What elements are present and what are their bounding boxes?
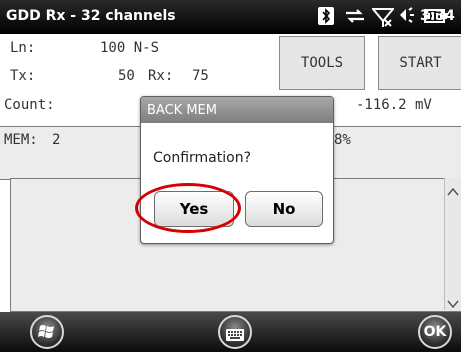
windows-flag-icon (38, 323, 56, 345)
tx-label: Tx: (10, 68, 36, 84)
clock[interactable]: 3:34 (420, 8, 455, 24)
scrollbar[interactable] (444, 178, 461, 310)
bluetooth-icon[interactable] (318, 6, 334, 30)
dialog-title: BACK MEM (147, 103, 217, 118)
percent-partial: 8% (334, 132, 351, 148)
no-button[interactable]: No (245, 191, 323, 227)
rx-label: Rx: (148, 68, 174, 84)
yes-button[interactable]: Yes (154, 191, 234, 227)
volume-icon[interactable] (398, 6, 420, 30)
mem-label: MEM: (4, 132, 38, 148)
mem-value: 2 (52, 132, 61, 148)
app-title: GDD Rx - 32 channels (6, 8, 176, 24)
dialog-message: Confirmation? (153, 150, 252, 166)
tools-button[interactable]: TOOLS (279, 36, 365, 90)
bottom-bar: OK (0, 312, 461, 352)
scroll-up-icon[interactable] (447, 182, 459, 201)
ok-button[interactable]: OK (418, 315, 452, 349)
count-label: Count: (4, 97, 55, 113)
start-button[interactable]: START (378, 36, 461, 90)
keyboard-button[interactable] (218, 315, 252, 349)
tx-value: 50 (118, 68, 135, 84)
confirmation-dialog: BACK MEM Confirmation? Yes No (140, 96, 334, 244)
rx-value: 75 (192, 68, 209, 84)
data-sync-icon[interactable] (344, 6, 366, 30)
ok-label: OK (423, 324, 447, 340)
count-value: -116.2 mV (356, 97, 432, 113)
dialog-header: BACK MEM (141, 97, 333, 123)
ln-value: 100 N-S (100, 40, 160, 56)
keyboard-icon (226, 326, 244, 345)
start-menu-button[interactable] (30, 315, 64, 349)
status-bar: GDD Rx - 32 channels 3:34 (0, 0, 461, 34)
signal-icon[interactable] (370, 6, 396, 32)
scroll-down-icon[interactable] (447, 294, 459, 313)
ln-label: Ln: (10, 40, 36, 56)
